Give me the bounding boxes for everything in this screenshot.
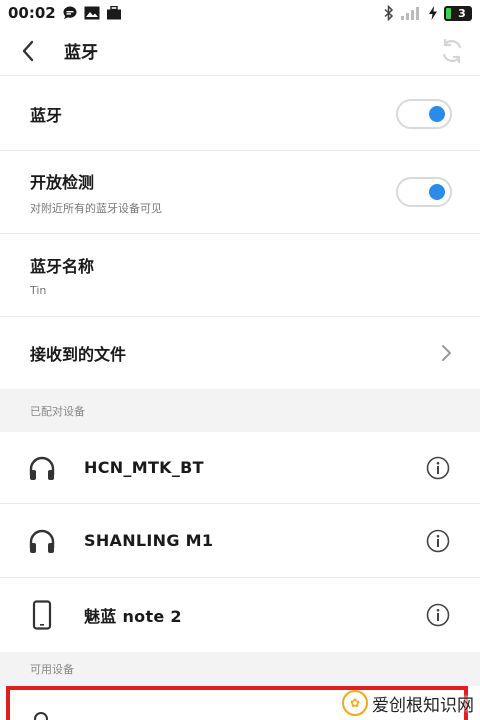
- visibility-row[interactable]: 开放检测 对附近所有的蓝牙设备可见: [0, 151, 480, 234]
- device-name-value: Tin: [30, 284, 47, 297]
- page-title: 蓝牙: [64, 43, 98, 63]
- watermark: ✿ 爱创根知识网: [342, 690, 474, 716]
- device-name-row[interactable]: 蓝牙名称 Tin: [0, 234, 480, 317]
- signal-icon: [400, 5, 422, 21]
- received-files-label: 接收到的文件: [30, 345, 127, 364]
- battery-level: 3: [458, 6, 466, 20]
- available-section-header: 可用设备: [0, 652, 480, 686]
- watermark-logo: ✿: [342, 690, 368, 716]
- back-button[interactable]: [0, 26, 56, 76]
- battery-icon: 3: [444, 5, 472, 21]
- device-name-label: 蓝牙名称: [30, 257, 95, 276]
- phone-icon: [0, 600, 84, 630]
- image-icon: [84, 6, 100, 20]
- status-right: 3: [384, 5, 472, 21]
- headphones-icon: [0, 528, 84, 554]
- device-info-button[interactable]: [426, 456, 450, 480]
- chevron-left-icon: [22, 40, 34, 61]
- status-bar: 00:02 3: [0, 0, 480, 26]
- received-files-row[interactable]: 接收到的文件: [0, 317, 480, 389]
- status-left: 00:02: [8, 4, 122, 22]
- device-name: HCN_MTK_BT: [84, 458, 204, 477]
- briefcase-icon: [106, 6, 122, 20]
- paired-device-row[interactable]: SHANLING M1: [0, 504, 480, 578]
- bluetooth-toggle-row[interactable]: 蓝牙: [0, 77, 480, 151]
- bluetooth-label: 蓝牙: [30, 105, 63, 125]
- visibility-switch[interactable]: [396, 177, 452, 207]
- bluetooth-switch[interactable]: [396, 98, 452, 129]
- info-icon: [426, 456, 450, 479]
- watermark-text: 爱创根知识网: [372, 695, 474, 716]
- bluetooth-status-icon: [384, 5, 394, 21]
- refresh-icon: [442, 38, 462, 63]
- refresh-button[interactable]: [424, 26, 480, 76]
- battery-fill: [446, 7, 451, 19]
- status-time: 00:02: [8, 4, 56, 22]
- switch-knob: [429, 184, 445, 200]
- nav-bar: 蓝牙: [0, 26, 480, 76]
- charging-icon: [428, 5, 438, 21]
- device-info-button[interactable]: [426, 603, 450, 627]
- device-name: SHANLING M1: [84, 531, 214, 550]
- paired-device-row[interactable]: HCN_MTK_BT: [0, 432, 480, 504]
- device-info-button[interactable]: [426, 529, 450, 553]
- headphones-icon: [0, 455, 84, 481]
- headphones-icon: [34, 712, 48, 720]
- paired-section-header: 已配对设备: [0, 389, 480, 432]
- device-name: 魅蓝 note 2: [84, 607, 182, 626]
- paired-device-row[interactable]: 魅蓝 note 2: [0, 578, 480, 652]
- info-icon: [426, 603, 450, 627]
- info-icon: [426, 529, 450, 552]
- visibility-label: 开放检测: [30, 172, 95, 192]
- message-icon: [62, 5, 78, 21]
- chevron-right-icon: [442, 345, 451, 361]
- switch-knob: [429, 105, 445, 122]
- visibility-description: 对附近所有的蓝牙设备可见: [30, 201, 162, 215]
